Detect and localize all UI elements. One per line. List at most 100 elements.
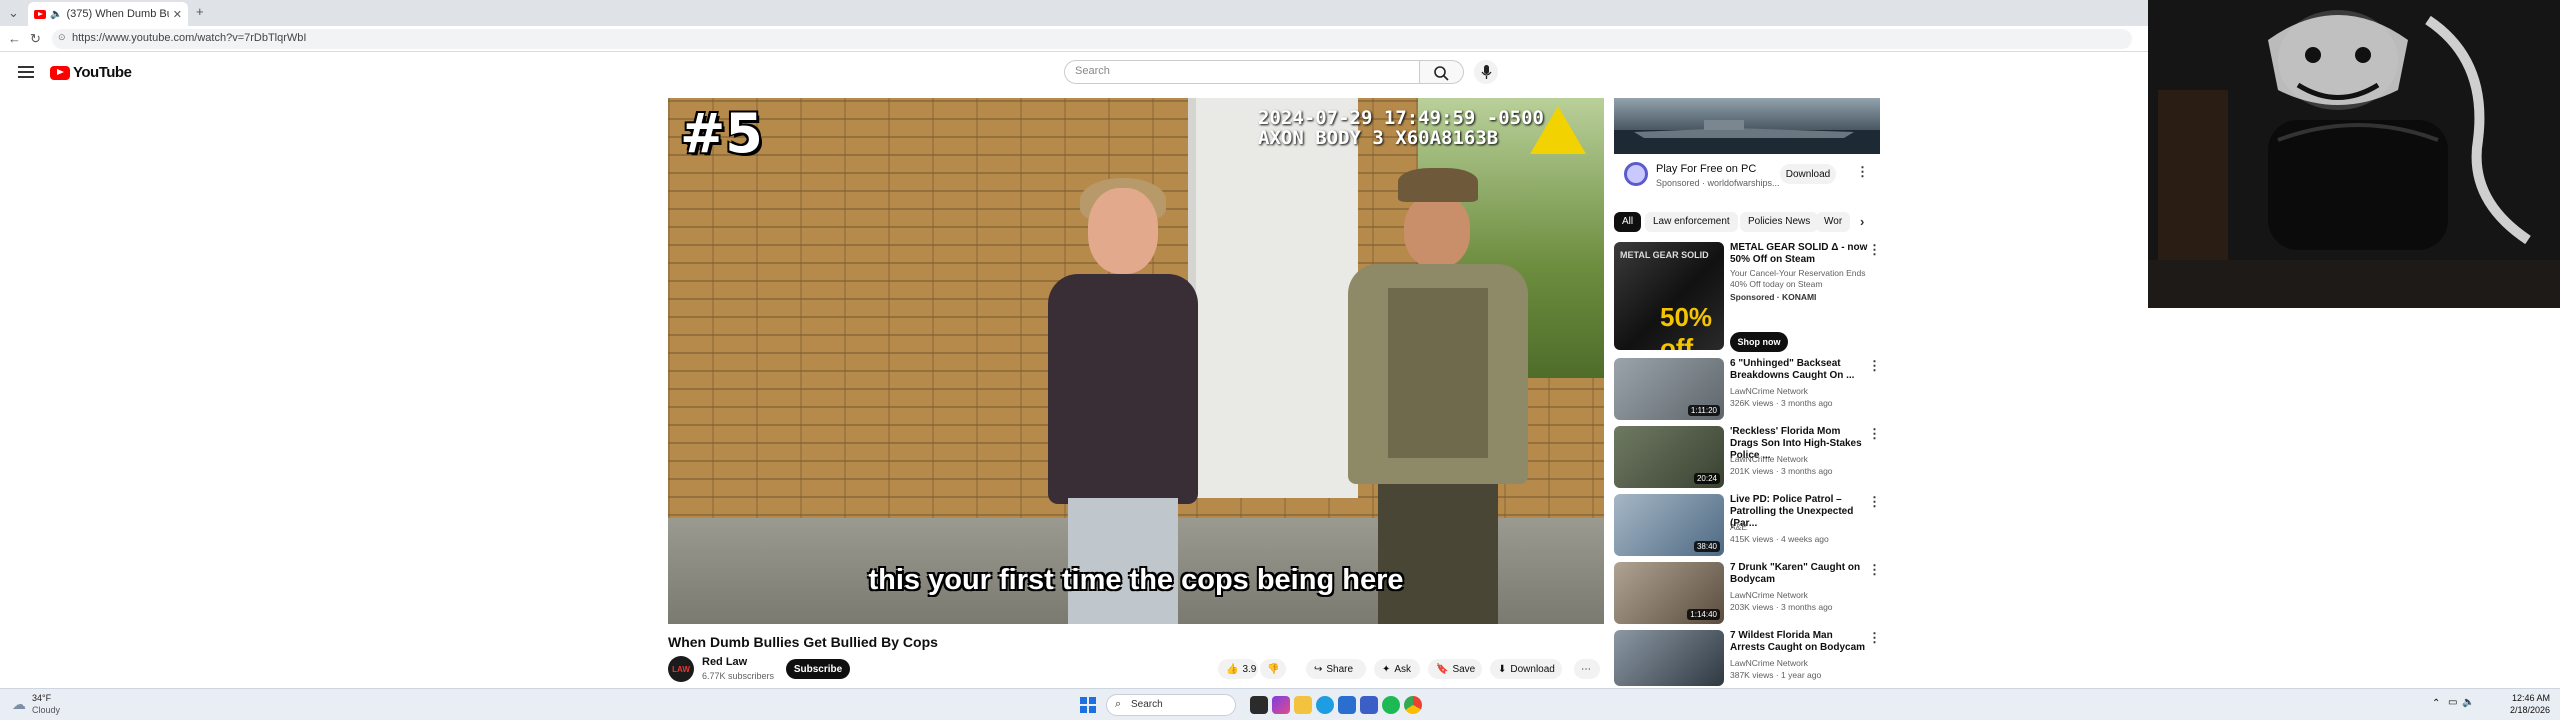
rec-thumbnail[interactable]: 1:11:20 xyxy=(1614,358,1724,420)
more-horizontal-icon: ⋯ xyxy=(1581,663,1591,675)
shop-now-button[interactable]: Shop now xyxy=(1730,332,1788,352)
video-caption: this your first time the cops being here xyxy=(868,564,1404,596)
channel-subscriber-count: 6.77K subscribers xyxy=(702,671,775,681)
ad-menu-icon[interactable]: ⋮ xyxy=(1856,164,1869,180)
network-icon[interactable]: ▭ xyxy=(2448,697,2457,708)
rec-channel: LawNCrime Network xyxy=(1730,658,1808,668)
rec-menu-icon[interactable]: ⋮ xyxy=(1868,562,1881,578)
thumbs-up-icon: 👍 xyxy=(1226,663,1239,675)
tray-chevron-icon[interactable]: ⌃ xyxy=(2432,698,2440,709)
browser-tab[interactable]: 🔈 (375) When Dumb Bullies Get ✕ xyxy=(28,2,188,26)
hamburger-menu-icon[interactable] xyxy=(18,66,34,78)
ad-banner-image[interactable] xyxy=(1614,98,1880,154)
rec-meta-2: Sponsored · KONAMI xyxy=(1730,292,1817,302)
rec-menu-icon[interactable]: ⋮ xyxy=(1868,630,1881,646)
download-icon: ⬇ xyxy=(1498,663,1507,675)
share-icon: ↪ xyxy=(1314,663,1323,675)
file-explorer-icon[interactable] xyxy=(1294,696,1312,714)
site-info-icon[interactable]: ⊙ xyxy=(58,32,66,43)
clock-time[interactable]: 12:46 AM xyxy=(2492,693,2550,703)
youtube-logo[interactable]: YouTube xyxy=(50,64,132,81)
thumbs-down-icon: 👎 xyxy=(1267,663,1280,675)
task-view-icon[interactable] xyxy=(1250,696,1268,714)
edge-icon[interactable] xyxy=(1316,696,1334,714)
close-tab-icon[interactable]: ✕ xyxy=(173,8,182,21)
store-icon[interactable] xyxy=(1338,696,1356,714)
chips-next-icon[interactable]: › xyxy=(1860,214,1864,229)
rec-title[interactable]: 7 Wildest Florida Man Arrests Caught on … xyxy=(1730,630,1870,654)
webcam-overlay xyxy=(2148,0,2560,308)
taskbar-search-icon: ⌕ xyxy=(1115,698,1122,710)
officer-figure xyxy=(1338,168,1538,624)
more-actions-button[interactable]: ⋯ xyxy=(1574,659,1600,679)
tab-list-icon[interactable]: ⌄ xyxy=(8,5,19,21)
webcam-image xyxy=(2148,0,2560,308)
rec-channel: A&E xyxy=(1730,522,1748,532)
browser-tab-bar: ⌄ 🔈 (375) When Dumb Bullies Get ✕ + xyxy=(0,0,2148,26)
rec-channel: LawNCrime Network xyxy=(1730,590,1808,600)
rec-title[interactable]: METAL GEAR SOLID Δ - now 50% Off on Stea… xyxy=(1730,242,1870,266)
save-label: Save xyxy=(1452,663,1476,675)
rec-thumbnail[interactable]: 38:40 xyxy=(1614,494,1724,556)
video-title: When Dumb Bullies Get Bullied By Cops xyxy=(668,634,938,650)
address-bar-row: ← ↻ ⊙ https://www.youtube.com/watch?v=7r… xyxy=(0,26,2148,52)
rec-menu-icon[interactable]: ⋮ xyxy=(1868,358,1881,374)
subscribe-button[interactable]: Subscribe xyxy=(786,659,850,679)
bodycam-timestamp-line1: 2024-07-29 17:49:59 -0500 xyxy=(1258,107,1544,129)
ask-button[interactable]: ✦ Ask xyxy=(1374,659,1420,679)
channel-avatar[interactable]: LAW xyxy=(668,656,694,682)
video-player[interactable]: #5 2024-07-29 17:49:59 -0500 AXON BODY 3… xyxy=(668,98,1604,624)
share-button[interactable]: ↪ Share xyxy=(1306,659,1366,679)
chip-more[interactable]: Wor xyxy=(1816,212,1850,232)
like-button[interactable]: 👍 3.9 xyxy=(1218,659,1258,679)
rec-menu-icon[interactable]: ⋮ xyxy=(1868,426,1881,442)
rec-thumbnail[interactable]: 1:14:40 xyxy=(1614,562,1724,624)
search-input[interactable]: Search xyxy=(1064,60,1420,84)
rec-channel: LawNCrime Network xyxy=(1730,454,1808,464)
rec-stats: 203K views · 3 months ago xyxy=(1730,602,1833,612)
rec-thumbnail[interactable] xyxy=(1614,630,1724,686)
speaker-icon[interactable]: 🔈 xyxy=(50,9,62,20)
dislike-button[interactable]: 👎 xyxy=(1260,659,1286,679)
copilot-icon[interactable] xyxy=(1272,696,1290,714)
rec-duration: 1:11:20 xyxy=(1687,405,1720,416)
chip-policies-news[interactable]: Policies News xyxy=(1740,212,1819,232)
channel-name[interactable]: Red Law xyxy=(702,656,747,668)
voice-search-button[interactable] xyxy=(1474,60,1498,84)
share-label: Share xyxy=(1326,663,1354,675)
rec-stats: 201K views · 3 months ago xyxy=(1730,466,1833,476)
weather-temperature[interactable]: 34°F xyxy=(32,693,51,703)
ad-download-button[interactable]: Download xyxy=(1780,164,1836,184)
start-button[interactable] xyxy=(1080,697,1096,713)
chip-law-enforcement[interactable]: Law enforcement xyxy=(1645,212,1738,232)
rec-menu-icon[interactable]: ⋮ xyxy=(1868,242,1881,258)
new-tab-icon[interactable]: + xyxy=(196,4,204,19)
rec-stats: 387K views · 1 year ago xyxy=(1730,670,1822,680)
search-placeholder: Search xyxy=(1075,65,1110,77)
youtube-logo-text: YouTube xyxy=(73,64,132,81)
download-button[interactable]: ⬇ Download xyxy=(1490,659,1562,679)
search-button[interactable] xyxy=(1420,60,1464,84)
rec-duration: 1:14:40 xyxy=(1687,609,1720,620)
taskbar-search[interactable]: ⌕ Search xyxy=(1106,694,1236,716)
save-button[interactable]: 🔖 Save xyxy=(1428,659,1482,679)
rec-title[interactable]: 6 "Unhinged" Backseat Breakdowns Caught … xyxy=(1730,358,1870,382)
reload-icon[interactable]: ↻ xyxy=(30,31,41,47)
rec-title[interactable]: 7 Drunk "Karen" Caught on Bodycam xyxy=(1730,562,1870,586)
rec-thumbnail[interactable]: METAL GEAR SOLID 50% off xyxy=(1614,242,1724,350)
rec-menu-icon[interactable]: ⋮ xyxy=(1868,494,1881,510)
rec-meta-1: Your Cancel-Your Reservation Ends 40% Of… xyxy=(1730,268,1866,289)
url-field[interactable]: ⊙ https://www.youtube.com/watch?v=7rDbTl… xyxy=(52,29,2132,49)
volume-icon[interactable]: 🔈 xyxy=(2462,697,2474,708)
chip-all[interactable]: All xyxy=(1614,212,1642,232)
back-icon[interactable]: ← xyxy=(8,31,21,46)
chrome-icon[interactable] xyxy=(1404,696,1422,714)
youtube-favicon-icon xyxy=(34,9,46,19)
ad-title[interactable]: Play For Free on PC xyxy=(1656,163,1756,175)
app-icon[interactable] xyxy=(1360,696,1378,714)
tab-title: (375) When Dumb Bullies Get xyxy=(66,8,168,20)
spotify-icon[interactable] xyxy=(1382,696,1400,714)
search-icon xyxy=(1434,66,1449,81)
weather-cloud-icon[interactable]: ☁ xyxy=(12,696,26,713)
rec-thumbnail[interactable]: 20:24 xyxy=(1614,426,1724,488)
